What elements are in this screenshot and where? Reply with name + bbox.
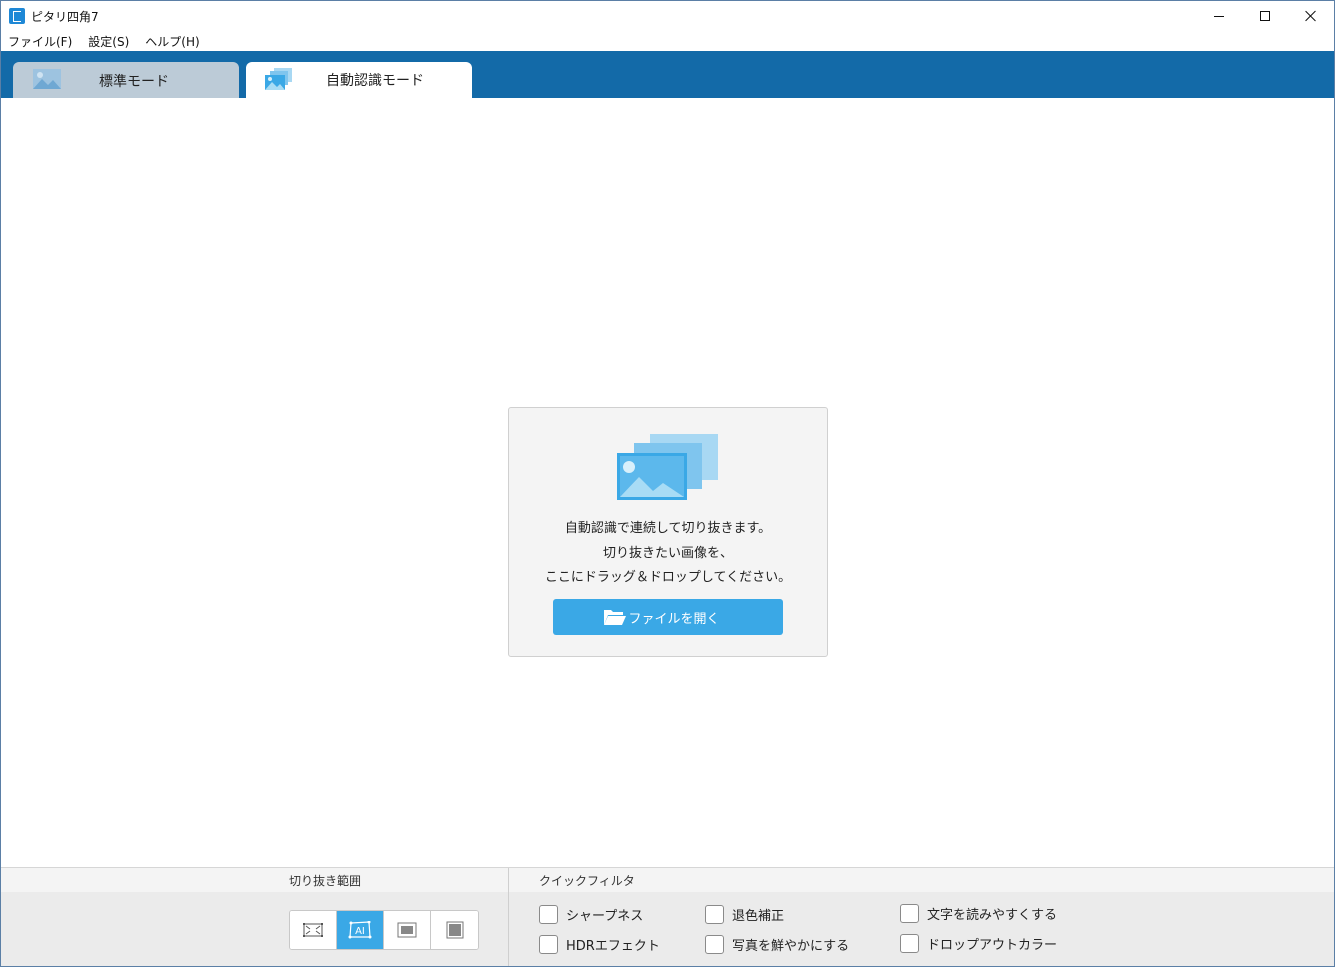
open-file-label: ファイルを開く [628,611,720,627]
crop-mode-ai-button[interactable]: AI [337,911,384,949]
vivid-photo-checkbox[interactable] [705,935,724,954]
close-icon [1305,10,1317,22]
filled-rect-icon [446,921,463,939]
tab-label: 自動認識モード [326,73,424,89]
maximize-icon [1260,11,1270,21]
inner-rect-icon [397,922,417,938]
drop-area[interactable]: 自動認識で連続して切り抜きます。 切り抜きたい画像を、 ここにドラッグ＆ドロップ… [1,98,1334,867]
minimize-button[interactable] [1196,1,1242,31]
close-button[interactable] [1288,1,1334,31]
filter-label: 退色補正 [732,909,785,924]
stacked-images-icon [265,68,292,90]
dropzone-instruction-line1: 自動認識で連続して切り抜きます。 [564,521,772,536]
dropzone-instruction-line2: 切り抜きたい画像を、 [602,546,733,561]
minimize-icon [1214,15,1224,17]
dropzone-card[interactable]: 自動認識で連続して切り抜きます。 切り抜きたい画像を、 ここにドラッグ＆ドロップ… [508,407,828,657]
filter-readable-text[interactable]: 文字を読みやすくする [900,904,1057,923]
filter-sharpness[interactable]: シャープネス [539,905,643,924]
crop-mode-selector: AI [289,910,479,950]
frame-corners-icon [303,923,323,937]
dropzone-instruction-line3: ここにドラッグ＆ドロップしてください。 [544,570,792,585]
title-bar: ピタリ四角7 [1,1,1334,31]
crop-mode-filled-rect-button[interactable] [431,911,478,949]
crop-mode-inner-rect-button[interactable] [384,911,431,949]
window-title: ピタリ四角7 [31,10,99,24]
readable-text-checkbox[interactable] [900,904,919,923]
crop-range-title: 切り抜き範囲 [289,874,362,888]
fade-correction-checkbox[interactable] [705,905,724,924]
stacked-images-icon [617,434,718,500]
filter-label: ドロップアウトカラー [927,938,1058,953]
quick-filter-title: クイックフィルタ [539,874,635,888]
app-window: ピタリ四角7 ファイル(F) 設定(S) ヘルプ(H) 標準モード 自動認識モー… [0,0,1335,967]
menu-bar: ファイル(F) 設定(S) ヘルプ(H) [1,31,1334,51]
image-icon [33,69,61,89]
filter-label: 文字を読みやすくする [927,908,1058,923]
menu-settings[interactable]: 設定(S) [88,31,137,51]
crop-mode-full-frame-button[interactable] [290,911,337,949]
open-file-button[interactable]: ファイルを開く [553,599,783,635]
bottom-panel: 切り抜き範囲 クイックフィルタ AI シャープネス 退色補正 文字を読みやすくす… [1,867,1334,966]
filter-dropout-color[interactable]: ドロップアウトカラー [900,934,1057,953]
menu-file[interactable]: ファイル(F) [8,31,80,51]
filter-label: HDRエフェクト [566,939,660,954]
filter-hdr-effect[interactable]: HDRエフェクト [539,935,660,954]
tab-auto-detect-mode[interactable]: 自動認識モード [246,62,472,98]
sharpness-checkbox[interactable] [539,905,558,924]
filter-label: 写真を鮮やかにする [732,939,850,954]
hdr-effect-checkbox[interactable] [539,935,558,954]
ai-label: AI [355,926,365,937]
filter-vivid-photo[interactable]: 写真を鮮やかにする [705,935,849,954]
filter-label: シャープネス [566,909,644,924]
dropout-color-checkbox[interactable] [900,934,919,953]
mode-tab-strip: 標準モード 自動認識モード [1,51,1334,98]
tab-label: 標準モード [99,74,169,90]
app-icon [9,8,25,24]
filter-fade-correction[interactable]: 退色補正 [705,905,784,924]
folder-open-icon [604,610,626,625]
maximize-button[interactable] [1242,1,1288,31]
crop-panel-header [1,868,508,892]
menu-help[interactable]: ヘルプ(H) [145,31,207,51]
tab-standard-mode[interactable]: 標準モード [13,62,239,98]
ai-frame-icon: AI [348,921,372,939]
panel-divider [508,868,509,966]
